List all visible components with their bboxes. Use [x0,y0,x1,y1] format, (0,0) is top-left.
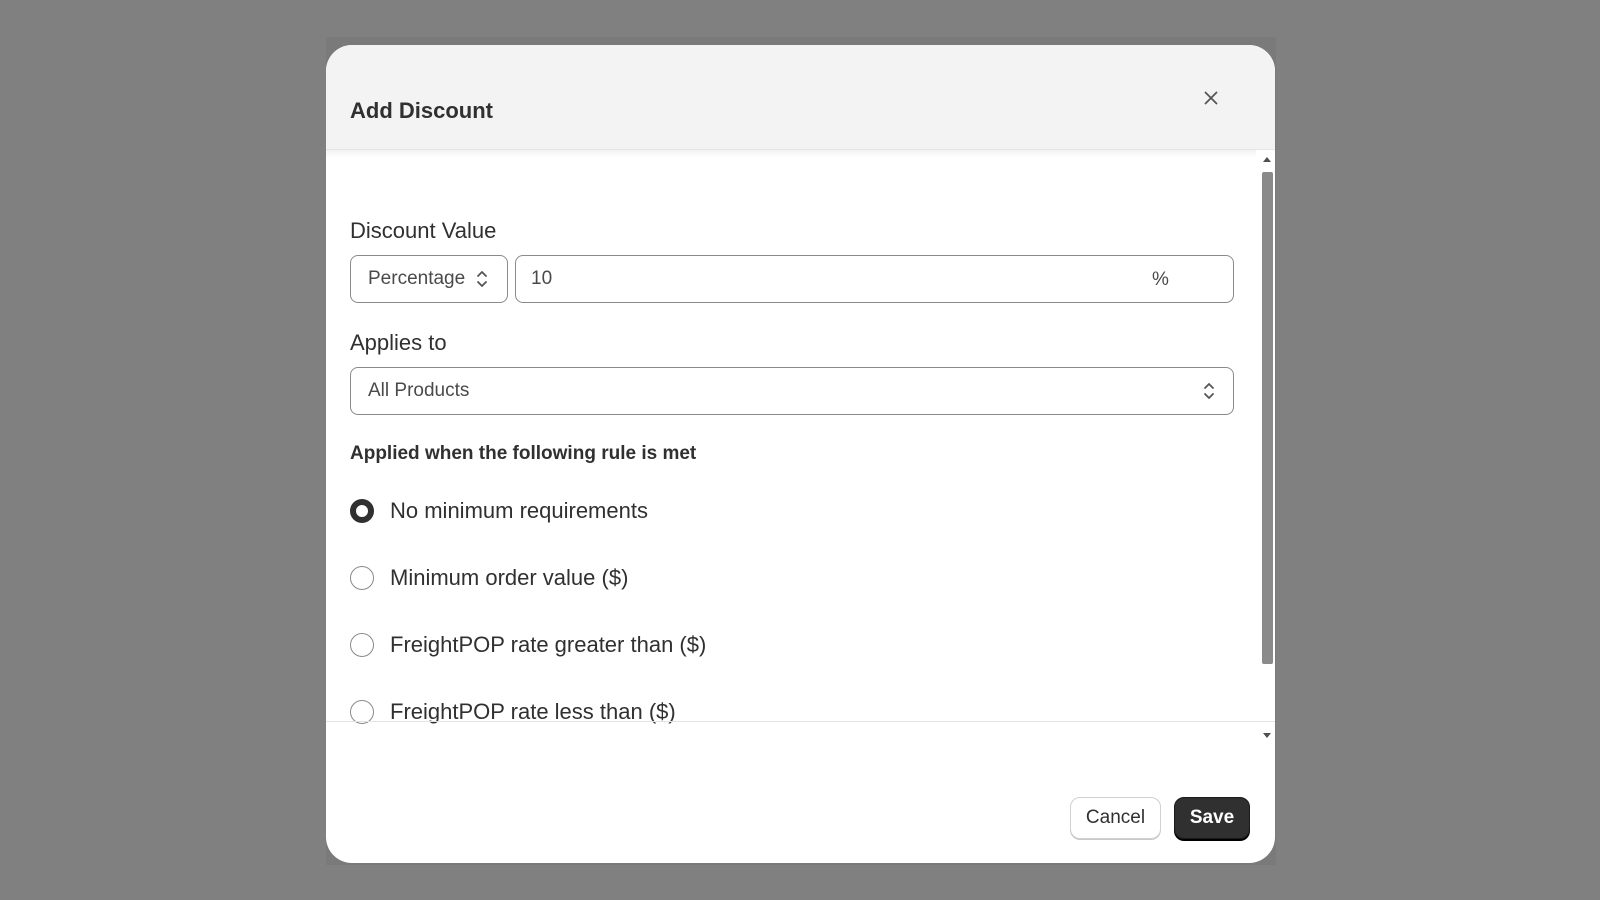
applies-to-value: All Products [368,380,470,401]
radio-label: No minimum requirements [390,498,648,523]
radio-label: Minimum order value ($) [390,565,629,590]
chevron-up-down-icon [477,271,487,287]
scroll-up-arrow-icon[interactable] [1263,157,1271,162]
modal-body-scroll-area[interactable]: Discount Value Percentage % Applies to A… [326,150,1275,740]
radio-button[interactable] [350,633,374,657]
radio-button-checked[interactable] [350,499,374,523]
radio-button[interactable] [350,566,374,590]
radio-rate-less-than[interactable]: FreightPOP rate less than ($) [350,698,1050,728]
discount-value-label: Discount Value [350,218,497,243]
chevron-up-down-icon [1204,383,1214,399]
footer-divider [326,721,1275,722]
scroll-top-fade [326,150,1256,158]
radio-rate-greater-than[interactable]: FreightPOP rate greater than ($) [350,631,1050,661]
scroll-down-arrow-icon[interactable] [1263,733,1271,738]
modal-header: Add Discount [326,45,1275,150]
radio-no-minimum[interactable]: No minimum requirements [350,497,1050,527]
discount-type-value: Percentage [368,268,466,289]
add-discount-modal: Add Discount Discount Value Percentage %… [326,45,1275,863]
close-button[interactable] [1196,83,1226,113]
modal-title: Add Discount [350,98,493,123]
close-icon [1204,91,1218,105]
cancel-button[interactable]: Cancel [1070,797,1161,839]
save-button[interactable]: Save [1174,797,1250,839]
discount-type-select[interactable]: Percentage [350,255,508,303]
percent-suffix: % [1152,269,1169,290]
scrollbar-thumb[interactable] [1262,172,1273,664]
radio-minimum-order-value[interactable]: Minimum order value ($) [350,564,1050,594]
vertical-scrollbar[interactable] [1259,150,1275,740]
discount-amount-field[interactable]: % [515,255,1234,303]
discount-amount-input[interactable] [531,267,1111,291]
applies-to-select[interactable]: All Products [350,367,1234,415]
radio-label: FreightPOP rate greater than ($) [390,632,707,657]
applies-to-label: Applies to [350,330,447,355]
rule-heading: Applied when the following rule is met [350,443,697,464]
